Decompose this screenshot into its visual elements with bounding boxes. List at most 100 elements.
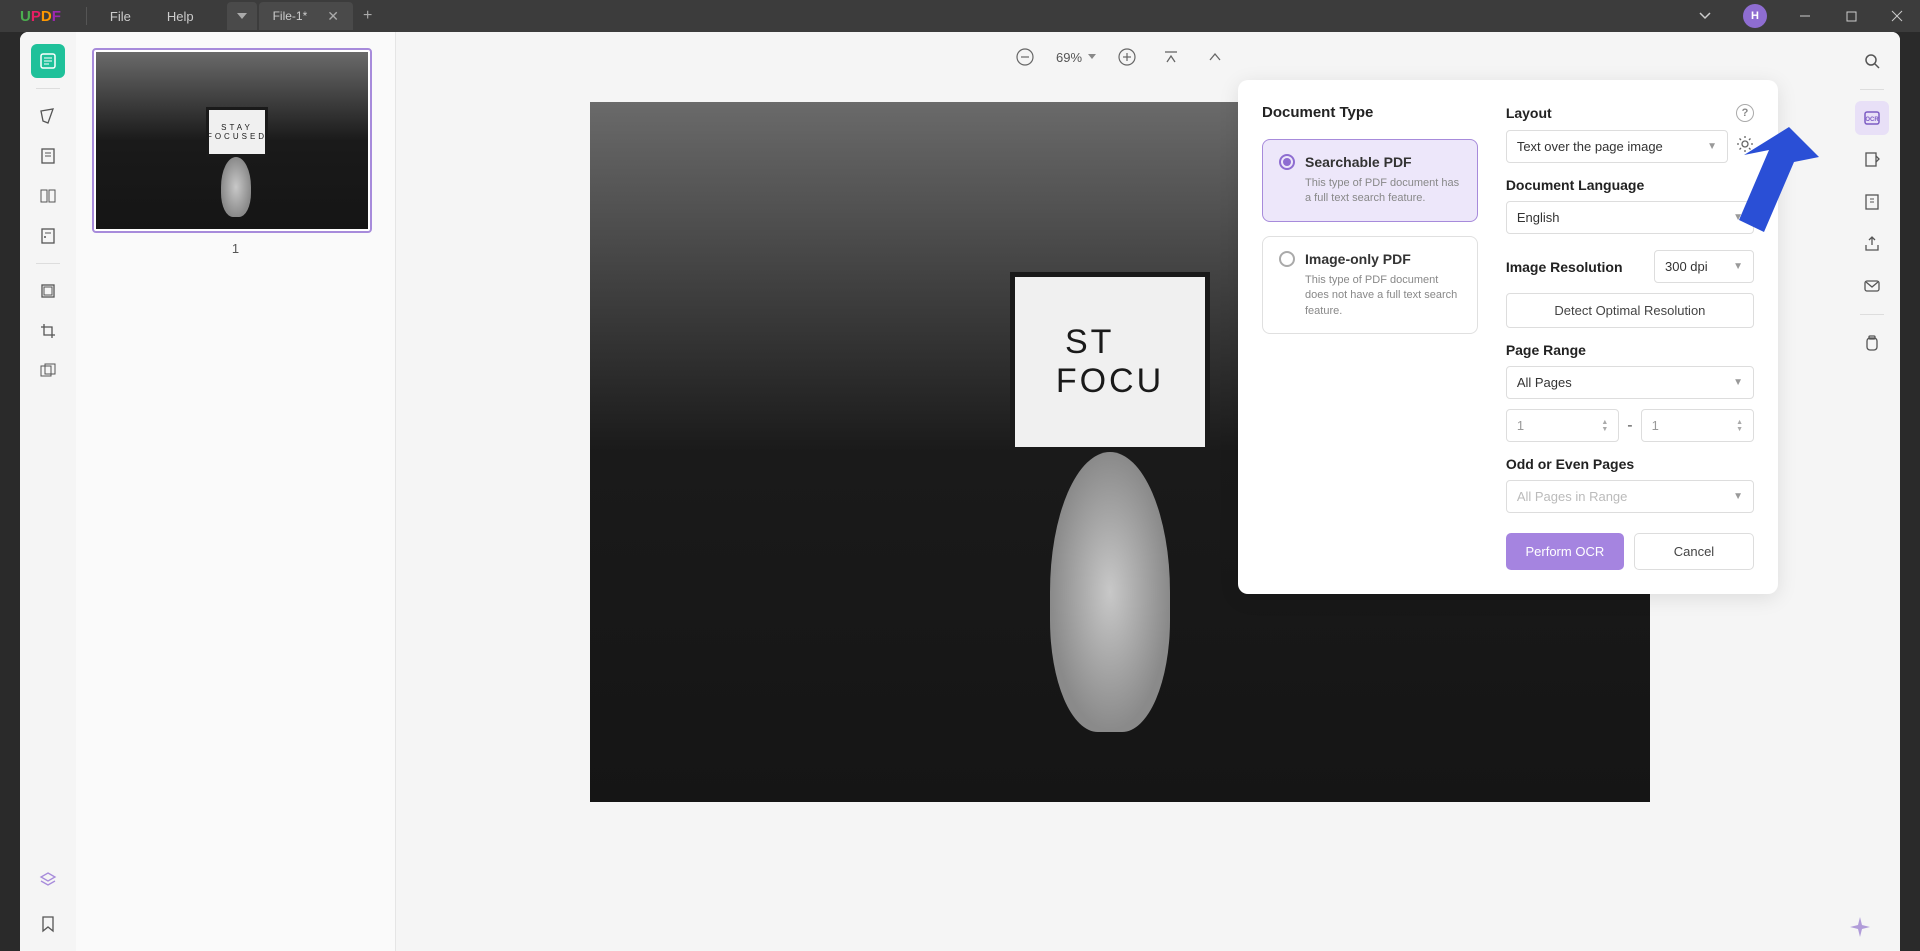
batch-icon[interactable] — [1855, 326, 1889, 360]
zoom-in-button[interactable] — [1114, 44, 1140, 70]
chevron-down-icon: ▼ — [1733, 491, 1743, 502]
resolution-value: 300 dpi — [1665, 259, 1708, 274]
page-from-input[interactable]: 1 ▲▼ — [1506, 409, 1619, 442]
layout-value: Text over the page image — [1517, 139, 1663, 154]
prev-page-button[interactable] — [1202, 44, 1228, 70]
redact-tool[interactable] — [31, 354, 65, 388]
email-icon[interactable] — [1855, 269, 1889, 303]
ocr-left-column: Document Type Searchable PDF This type o… — [1262, 104, 1478, 570]
resolution-label: Image Resolution — [1506, 259, 1623, 275]
maximize-button[interactable] — [1828, 0, 1874, 32]
main-window: STAY FOCUSED 1 69% ST — [20, 32, 1900, 951]
page-tool[interactable] — [31, 179, 65, 213]
imageonly-title: Image-only PDF — [1305, 251, 1411, 267]
image-only-pdf-option[interactable]: Image-only PDF This type of PDF document… — [1262, 236, 1478, 334]
compress-icon[interactable] — [1855, 185, 1889, 219]
tab-home[interactable] — [227, 2, 257, 30]
page-range-select[interactable]: All Pages ▼ — [1506, 366, 1754, 399]
left-toolbar — [20, 32, 76, 951]
protect-tool[interactable] — [31, 274, 65, 308]
reader-tool[interactable] — [31, 44, 65, 78]
tab-add-button[interactable]: + — [363, 7, 372, 25]
app-logo: UPDF — [0, 8, 81, 25]
sign-line1: ST — [1065, 323, 1114, 362]
titlebar: UPDF File Help File-1* ✕ + H — [0, 0, 1920, 32]
sign-line2: FOCU — [1056, 362, 1164, 401]
language-value: English — [1517, 210, 1560, 225]
ocr-right-column: Layout ? Text over the page image ▼ Docu… — [1506, 104, 1754, 570]
convert-icon[interactable] — [1855, 143, 1889, 177]
tab-active[interactable]: File-1* ✕ — [259, 2, 353, 30]
help-icon[interactable]: ? — [1736, 104, 1754, 122]
user-avatar[interactable]: H — [1743, 4, 1767, 28]
share-icon[interactable] — [1855, 227, 1889, 261]
page-to-input[interactable]: 1 ▲▼ — [1641, 409, 1754, 442]
menu-file[interactable]: File — [92, 9, 149, 24]
ocr-tool-button[interactable]: OCR — [1855, 101, 1889, 135]
page-range-label: Page Range — [1506, 342, 1754, 358]
zoom-value[interactable]: 69% — [1056, 50, 1096, 65]
minimize-button[interactable] — [1782, 0, 1828, 32]
gear-icon[interactable] — [1736, 135, 1754, 158]
comment-tool[interactable] — [31, 99, 65, 133]
thumb-sign-line1: STAY — [221, 123, 253, 132]
canvas-toolbar: 69% — [396, 32, 1844, 82]
form-tool[interactable] — [31, 219, 65, 253]
chevron-down-icon: ▼ — [1707, 141, 1717, 152]
separator — [1860, 89, 1884, 90]
titlebar-right: H — [1682, 0, 1920, 32]
page-to-value: 1 — [1652, 418, 1659, 433]
chevron-down-icon — [1088, 54, 1096, 60]
action-buttons: Perform OCR Cancel — [1506, 533, 1754, 570]
edit-tool[interactable] — [31, 139, 65, 173]
radio-checked-icon — [1279, 154, 1295, 170]
searchable-title: Searchable PDF — [1305, 154, 1412, 170]
bookmark-icon[interactable] — [31, 907, 65, 941]
detect-resolution-button[interactable]: Detect Optimal Resolution — [1506, 293, 1754, 328]
thumbnail-image: STAY FOCUSED — [96, 52, 368, 229]
separator — [36, 263, 60, 264]
divider — [86, 7, 87, 25]
layers-icon[interactable] — [31, 863, 65, 897]
zoom-out-button[interactable] — [1012, 44, 1038, 70]
thumbnail-panel: STAY FOCUSED 1 — [76, 32, 396, 951]
separator — [36, 88, 60, 89]
range-dash: - — [1627, 417, 1632, 435]
cancel-button[interactable]: Cancel — [1634, 533, 1754, 570]
crop-tool[interactable] — [31, 314, 65, 348]
canvas-area: 69% ST FOCU Document Type — [396, 32, 1844, 951]
zoom-text: 69% — [1056, 50, 1082, 65]
menu-help[interactable]: Help — [149, 9, 212, 24]
layout-label: Layout ? — [1506, 104, 1754, 122]
perform-ocr-button[interactable]: Perform OCR — [1506, 533, 1624, 570]
chevron-down-icon: ▼ — [1733, 377, 1743, 388]
thumb-sign-line2: FOCUSED — [207, 132, 267, 141]
imageonly-desc: This type of PDF document does not have … — [1305, 273, 1461, 319]
searchable-pdf-option[interactable]: Searchable PDF This type of PDF document… — [1262, 139, 1478, 222]
language-select[interactable]: English ▼ — [1506, 201, 1754, 234]
page-range-value: All Pages — [1517, 375, 1572, 390]
odd-even-value: All Pages in Range — [1517, 489, 1628, 504]
odd-even-label: Odd or Even Pages — [1506, 456, 1754, 472]
search-icon[interactable] — [1855, 44, 1889, 78]
page-thumbnail[interactable]: STAY FOCUSED — [92, 48, 372, 233]
layout-select[interactable]: Text over the page image ▼ — [1506, 130, 1728, 163]
tab-bar: File-1* ✕ + — [227, 2, 373, 30]
right-toolbar: OCR — [1844, 32, 1900, 951]
tab-close-icon[interactable]: ✕ — [327, 8, 339, 25]
chevron-down-icon: ▼ — [1733, 261, 1743, 272]
spinner-buttons[interactable]: ▲▼ — [1601, 419, 1608, 433]
spinner-buttons[interactable]: ▲▼ — [1736, 419, 1743, 433]
resolution-select[interactable]: 300 dpi ▼ — [1654, 250, 1754, 283]
ocr-panel: Document Type Searchable PDF This type o… — [1238, 80, 1778, 594]
svg-text:OCR: OCR — [1865, 117, 1879, 123]
page-from-value: 1 — [1517, 418, 1524, 433]
language-label: Document Language — [1506, 177, 1754, 193]
bottom-tools — [20, 863, 76, 941]
close-button[interactable] — [1874, 0, 1920, 32]
odd-even-select[interactable]: All Pages in Range ▼ — [1506, 480, 1754, 513]
document-type-title: Document Type — [1262, 104, 1478, 121]
ai-assistant-icon[interactable] — [1848, 915, 1872, 939]
first-page-button[interactable] — [1158, 44, 1184, 70]
dropdown-icon[interactable] — [1682, 0, 1728, 32]
